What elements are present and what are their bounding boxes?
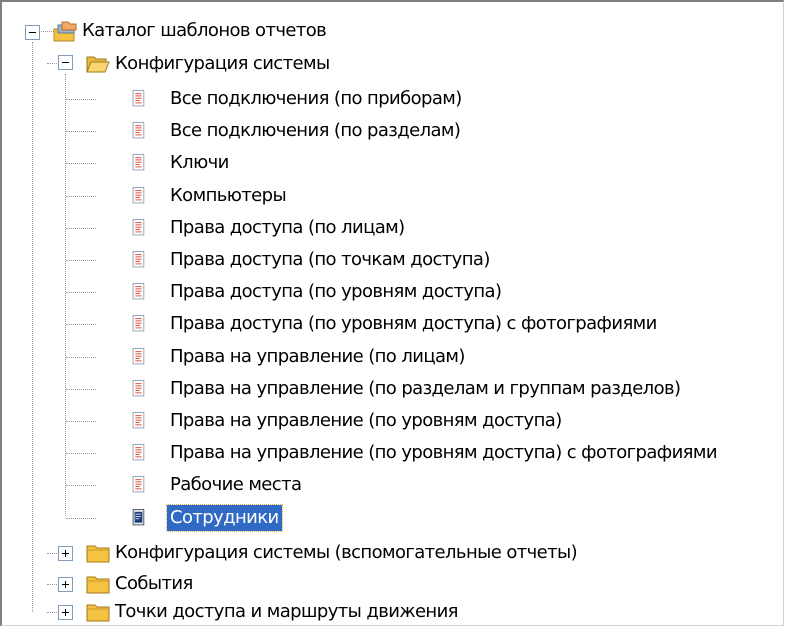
tree-item-label[interactable]: Права доступа (по уровням доступа)	[167, 279, 504, 305]
tree-line-h	[66, 292, 96, 293]
expand-icon[interactable]	[58, 605, 73, 620]
report-icon	[132, 315, 145, 332]
tree-line-h	[66, 324, 96, 325]
tree-line-h	[66, 99, 96, 100]
tree-item-label[interactable]: Ключи	[167, 150, 232, 176]
report-icon	[132, 219, 145, 236]
tree-item-label[interactable]: Компьютеры	[167, 183, 289, 209]
tree-line-h	[66, 485, 96, 486]
folder-closed-icon	[86, 576, 110, 594]
tree-line-root	[32, 42, 33, 612]
tree-line-h	[66, 196, 96, 197]
tree-line-h	[66, 518, 96, 519]
collapse-icon[interactable]	[25, 25, 40, 40]
tree-item-label[interactable]: Права доступа (по уровням доступа) с фот…	[167, 311, 660, 337]
report-icon	[132, 251, 145, 268]
report-icon	[132, 154, 145, 171]
tree-line-h	[66, 228, 96, 229]
folder-closed-icon	[86, 545, 110, 563]
tree-line-h	[66, 163, 96, 164]
report-icon	[132, 412, 145, 429]
tree-item-label[interactable]: Права на управление (по уровням доступа)…	[167, 440, 720, 466]
tree-item-label[interactable]: Права на управление (по лицам)	[167, 344, 468, 370]
report-icon	[132, 444, 145, 461]
tree-line-h	[66, 389, 96, 390]
tree-item-label[interactable]: Все подключения (по разделам)	[167, 118, 463, 144]
tree-group-label[interactable]: Конфигурация системы (вспомогательные от…	[112, 540, 580, 566]
report-icon	[132, 283, 145, 300]
tree-item-label[interactable]: Сотрудники	[166, 504, 283, 532]
tree-item-label[interactable]: Права доступа (по точкам доступа)	[167, 247, 493, 273]
tree-view[interactable]: Каталог шаблонов отчетов Конфигурация си…	[0, 0, 784, 626]
expand-icon[interactable]	[58, 546, 73, 561]
tree-item-label[interactable]: Права доступа (по лицам)	[167, 215, 408, 241]
tree-group-label[interactable]: Точки доступа и маршруты движения	[112, 599, 461, 625]
tree-group-label[interactable]: События	[112, 571, 196, 597]
tree-item-label[interactable]: Рабочие места	[167, 472, 304, 498]
tree-item-label[interactable]: Все подключения (по приборам)	[167, 86, 465, 112]
tree-root-label[interactable]: Каталог шаблонов отчетов	[79, 18, 329, 44]
report-icon	[132, 380, 145, 397]
catalog-folders-icon	[53, 21, 77, 42]
tree-line-h	[66, 453, 96, 454]
report-icon	[132, 348, 145, 365]
tree-item-label[interactable]: Права на управление (по уровням доступа)	[167, 408, 565, 434]
tree-line-h	[66, 131, 96, 132]
report-icon	[132, 476, 145, 493]
tree-item-label[interactable]: Права на управление (по разделам и групп…	[167, 376, 683, 402]
tree-line-group0	[65, 74, 66, 516]
tree-line-h	[66, 421, 96, 422]
report-icon	[132, 90, 145, 107]
collapse-icon[interactable]	[58, 55, 73, 70]
tree-line-h	[66, 357, 96, 358]
report-icon	[132, 509, 145, 526]
folder-open-icon	[86, 56, 110, 73]
expand-icon[interactable]	[58, 577, 73, 592]
folder-closed-icon	[86, 604, 110, 622]
tree-group-label[interactable]: Конфигурация системы	[112, 51, 333, 77]
tree-line-h	[66, 260, 96, 261]
report-icon	[132, 187, 145, 204]
report-icon	[132, 122, 145, 139]
